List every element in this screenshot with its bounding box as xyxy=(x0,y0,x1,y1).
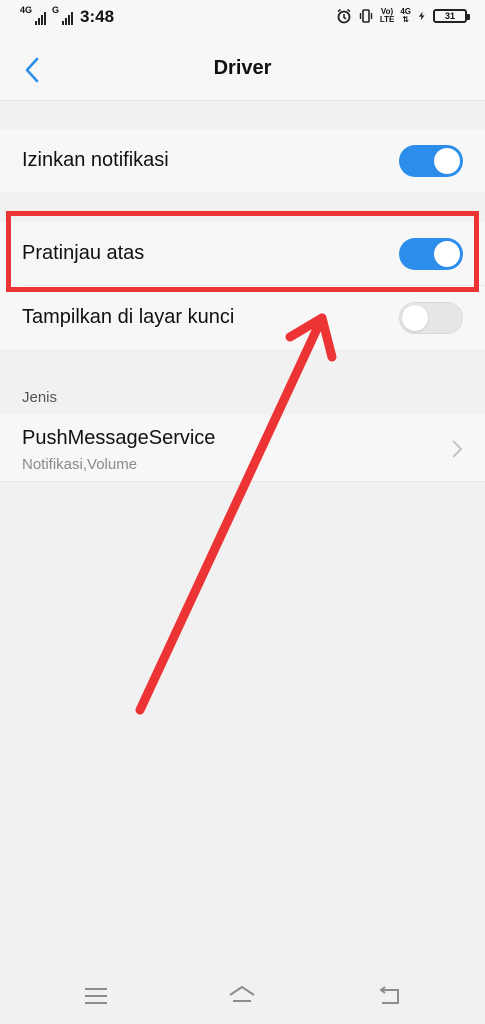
setting-label: Tampilkan di layar kunci xyxy=(22,306,235,328)
setting-label: Izinkan notifikasi xyxy=(22,149,169,171)
battery-level: 31 xyxy=(444,11,455,21)
toggle-knob xyxy=(434,148,460,174)
settings-group-notifications: Izinkan notifikasi xyxy=(0,129,485,192)
allow-notifications-toggle[interactable] xyxy=(399,145,463,177)
lte-label: LTE xyxy=(379,15,395,24)
signal-strength-icon xyxy=(35,11,47,25)
network-label-4g: 4G xyxy=(20,5,33,15)
setting-row-allow-notifications: Izinkan notifikasi xyxy=(0,129,485,192)
data-arrows-icon: ⇅ xyxy=(402,15,410,24)
chevron-right-icon xyxy=(452,440,463,458)
back-nav-icon[interactable] xyxy=(375,984,405,1008)
navigation-bar xyxy=(0,970,485,1024)
toggle-knob xyxy=(434,241,460,267)
lock-screen-toggle[interactable] xyxy=(399,302,463,334)
status-right: Vo) LTE 4G ⇅ 31 xyxy=(336,8,470,24)
menu-icon[interactable] xyxy=(81,984,111,1008)
clock: 3:48 xyxy=(80,7,115,26)
service-subtitle: Notifikasi,Volume xyxy=(22,456,138,473)
section-label-type: Jenis xyxy=(22,389,58,406)
volte-indicator: Vo) LTE xyxy=(380,8,395,24)
setting-row-lock-screen: Tampilkan di layar kunci xyxy=(0,286,485,349)
setting-row-top-preview: Pratinjau atas xyxy=(0,222,485,285)
charging-icon xyxy=(418,11,425,21)
home-icon[interactable] xyxy=(227,984,257,1008)
service-title: PushMessageService xyxy=(22,427,216,449)
status-bar: 4G G 3:48 Vo) LTE 4G ⇅ 31 xyxy=(0,0,485,38)
push-message-service-row[interactable]: PushMessageService Notifikasi,Volume xyxy=(0,415,485,482)
page-title: Driver xyxy=(213,57,272,79)
battery-icon: 31 xyxy=(433,9,470,23)
app-header: Driver xyxy=(0,38,485,101)
setting-label: Pratinjau atas xyxy=(22,242,145,264)
toggle-knob xyxy=(402,305,428,331)
network-4g-indicator: 4G ⇅ xyxy=(400,8,411,24)
signal-strength-icon-2 xyxy=(62,11,74,25)
status-left: 4G G 3:48 xyxy=(20,5,115,26)
vibrate-icon xyxy=(359,9,373,23)
alarm-icon xyxy=(337,8,351,24)
top-preview-toggle[interactable] xyxy=(399,238,463,270)
network-label-g: G xyxy=(52,5,60,15)
settings-group-display: Pratinjau atas Tampilkan di layar kunci xyxy=(0,222,485,349)
